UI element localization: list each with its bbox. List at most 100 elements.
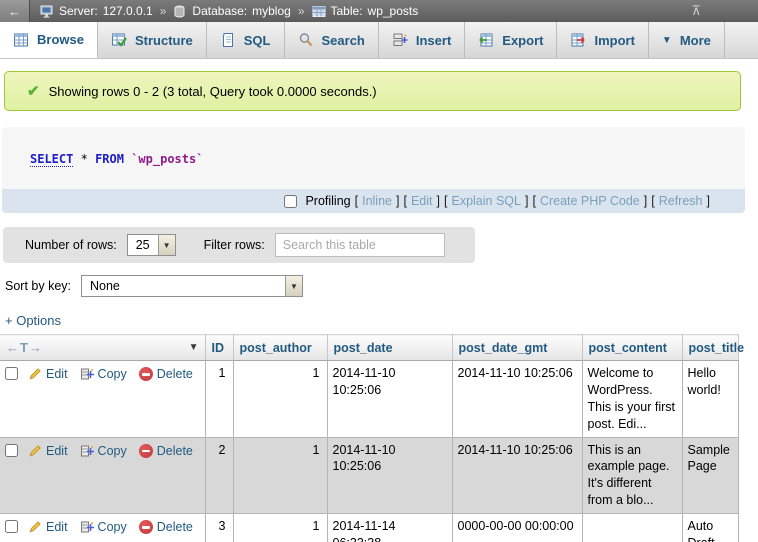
cell-post-author: 1 xyxy=(233,437,327,514)
table-row: EditCopyDelete 1 1 2014-11-10 10:25:06 2… xyxy=(0,361,738,438)
header-post-title[interactable]: post_title xyxy=(682,335,738,361)
row-actions: Edit Copy Delete xyxy=(0,437,205,514)
header-post-content[interactable]: post_content xyxy=(582,335,682,361)
profiling-label: Profiling xyxy=(305,194,350,208)
header-post-date-gmt[interactable]: post_date_gmt xyxy=(452,335,582,361)
query-panel: SELECT * FROM `wp_posts` Profiling [ Inl… xyxy=(2,127,745,213)
sql-icon xyxy=(220,32,236,48)
cell-post-date: 2014-11-10 10:25:06 xyxy=(327,437,452,514)
header-post-date[interactable]: post_date xyxy=(327,335,452,361)
row-actions: Edit Copy Delete xyxy=(0,361,205,438)
select-caret-icon: ▼ xyxy=(285,276,302,296)
back-arrow-icon: ← xyxy=(8,4,21,19)
pencil-icon xyxy=(28,520,42,539)
cell-post-author: 1 xyxy=(233,361,327,438)
table-header-row: ←T→ ▼ ID post_author post_date post_date… xyxy=(0,335,738,361)
copy-icon xyxy=(80,367,94,386)
refresh-link[interactable]: Refresh xyxy=(659,194,703,208)
cell-post-author: 1 xyxy=(233,514,327,542)
search-icon xyxy=(298,32,314,48)
delete-icon xyxy=(139,520,153,534)
query-actions-bar: Profiling [ Inline ] [ Edit ] [ Explain … xyxy=(2,189,745,213)
cell-post-content xyxy=(582,514,682,542)
edit-row-link[interactable]: Edit xyxy=(46,444,68,458)
sql-star: * xyxy=(81,152,88,166)
success-message: ✔ Showing rows 0 - 2 (3 total, Query too… xyxy=(4,71,741,111)
collapse-panel-icon[interactable]: ⊼ xyxy=(691,3,701,19)
header-post-author[interactable]: post_author xyxy=(233,335,327,361)
results-table: ←T→ ▼ ID post_author post_date post_date… xyxy=(0,334,739,542)
delete-row-link[interactable]: Delete xyxy=(157,520,193,534)
database-link[interactable]: myblog xyxy=(252,4,291,18)
table-icon xyxy=(312,5,326,18)
row-checkbox[interactable] xyxy=(5,444,18,457)
export-icon xyxy=(478,32,494,48)
options-toggle-link[interactable]: + Options xyxy=(5,313,61,328)
cell-post-content: Welcome to WordPress. This is your first… xyxy=(582,361,682,438)
row-checkbox[interactable] xyxy=(5,520,18,533)
back-button[interactable]: ← xyxy=(0,0,30,22)
delete-row-link[interactable]: Delete xyxy=(157,367,193,381)
tab-search[interactable]: Search xyxy=(285,22,379,58)
inline-link[interactable]: Inline xyxy=(362,194,392,208)
select-caret-icon: ▼ xyxy=(158,235,175,255)
table-row: Edit Copy Delete 2 1 2014-11-10 10:25:06 2… xyxy=(0,437,738,514)
delete-row-link[interactable]: Delete xyxy=(157,444,193,458)
pencil-icon xyxy=(28,367,42,386)
structure-icon xyxy=(111,32,127,48)
filter-rows-input[interactable] xyxy=(275,233,445,257)
cell-id: 2 xyxy=(205,437,233,514)
cell-post-title: Auto Draft xyxy=(682,514,738,542)
server-link[interactable]: 127.0.0.1 xyxy=(103,4,153,18)
cell-post-date-gmt: 2014-11-10 10:25:06 xyxy=(452,437,582,514)
server-label: Server: xyxy=(59,4,98,18)
tab-more[interactable]: ▼ More xyxy=(649,22,725,58)
breadcrumb-bar: ← Server: 127.0.0.1 » Database: myblog »… xyxy=(0,0,758,22)
copy-row-link[interactable]: Copy xyxy=(98,520,127,534)
tab-bar: Browse Structure SQL Search Insert Expor… xyxy=(0,22,758,59)
sort-by-key-select[interactable]: None ▼ xyxy=(81,275,303,297)
cell-post-date-gmt: 2014-11-10 10:25:06 xyxy=(452,361,582,438)
edit-query-link[interactable]: Edit xyxy=(411,194,433,208)
tab-structure[interactable]: Structure xyxy=(98,22,207,58)
cell-post-date-gmt: 0000-00-00 00:00:00 xyxy=(452,514,582,542)
delete-icon xyxy=(139,444,153,458)
rows-control-panel: Number of rows: 25 ▼ Filter rows: xyxy=(3,227,475,263)
edit-row-link[interactable]: Edit xyxy=(46,520,68,534)
tab-sql[interactable]: SQL xyxy=(207,22,285,58)
explain-sql-link[interactable]: Explain SQL xyxy=(451,194,520,208)
table-link[interactable]: wp_posts xyxy=(368,4,419,18)
delete-icon xyxy=(139,367,153,381)
sort-by-key-label: Sort by key: xyxy=(5,279,71,293)
copy-row-link[interactable]: Copy xyxy=(98,444,127,458)
copy-row-link[interactable]: Copy xyxy=(98,367,127,381)
pencil-icon xyxy=(28,444,42,463)
insert-icon xyxy=(392,32,408,48)
copy-icon xyxy=(80,520,94,539)
create-php-code-link[interactable]: Create PHP Code xyxy=(540,194,640,208)
server-icon xyxy=(40,5,54,18)
sql-keyword-select: SELECT xyxy=(30,152,73,167)
sql-query: SELECT * FROM `wp_posts` xyxy=(2,127,745,189)
profiling-checkbox[interactable] xyxy=(284,195,297,208)
breadcrumb-separator: » xyxy=(298,4,305,18)
edit-row-link[interactable]: Edit xyxy=(46,367,68,381)
header-options-caret-icon[interactable]: ▼ xyxy=(189,342,199,353)
sql-keyword-from: FROM xyxy=(95,152,124,166)
tab-export[interactable]: Export xyxy=(465,22,557,58)
rows-per-page-select[interactable]: 25 ▼ xyxy=(127,234,176,256)
header-actions: ←T→ ▼ xyxy=(0,335,205,361)
breadcrumb: Server: 127.0.0.1 » Database: myblog » T… xyxy=(40,4,691,18)
cell-post-title: Hello world! xyxy=(682,361,738,438)
browse-icon xyxy=(13,32,29,48)
tab-import[interactable]: Import xyxy=(557,22,648,58)
transpose-icon[interactable]: ←T→ xyxy=(6,340,43,355)
header-id[interactable]: ID xyxy=(205,335,233,361)
row-actions: Edit Copy Delete xyxy=(0,514,205,542)
tab-browse[interactable]: Browse xyxy=(0,22,98,58)
row-checkbox[interactable] xyxy=(5,367,18,380)
cell-post-date: 2014-11-14 06:33:38 xyxy=(327,514,452,542)
tab-insert[interactable]: Insert xyxy=(379,22,465,58)
table-row: EditCopyDelete 3 1 2014-11-14 06:33:38 0… xyxy=(0,514,738,542)
cell-post-title: Sample Page xyxy=(682,437,738,514)
